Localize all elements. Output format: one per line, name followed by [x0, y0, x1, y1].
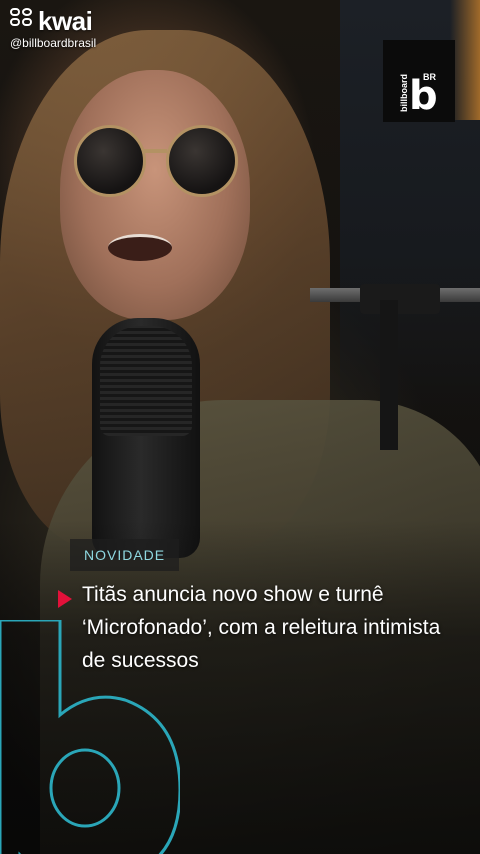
kwai-watermark: kwai @billboardbrasil	[10, 8, 130, 50]
sunglasses-left-lens	[74, 125, 146, 197]
kwai-brand-text: kwai	[38, 6, 93, 36]
billboard-b-mark: b	[409, 73, 438, 119]
news-headline[interactable]: Titãs anuncia novo show e turnê ‘Microfo…	[82, 578, 468, 677]
mic-stand-clamp	[360, 284, 440, 314]
account-handle[interactable]: @billboardbrasil	[10, 37, 110, 50]
mic-stand-pole	[380, 300, 398, 450]
news-category-tag: NOVIDADE	[70, 539, 180, 571]
microphone-grille	[100, 326, 192, 436]
red-triangle-icon	[58, 590, 72, 608]
sunglasses	[60, 125, 250, 205]
sunglasses-bridge	[143, 149, 167, 153]
video-frame[interactable]: kwai @billboardbrasil billboard BR b NOV…	[0, 0, 480, 854]
performer-mouth	[108, 234, 172, 261]
billboard-br-logo: billboard BR b	[383, 40, 455, 122]
headline-block: Titãs anuncia novo show e turnê ‘Microfo…	[58, 578, 468, 677]
billboard-wordmark: billboard	[399, 74, 409, 112]
sunglasses-right-lens	[166, 125, 238, 197]
kwai-logo-icon	[10, 8, 34, 34]
